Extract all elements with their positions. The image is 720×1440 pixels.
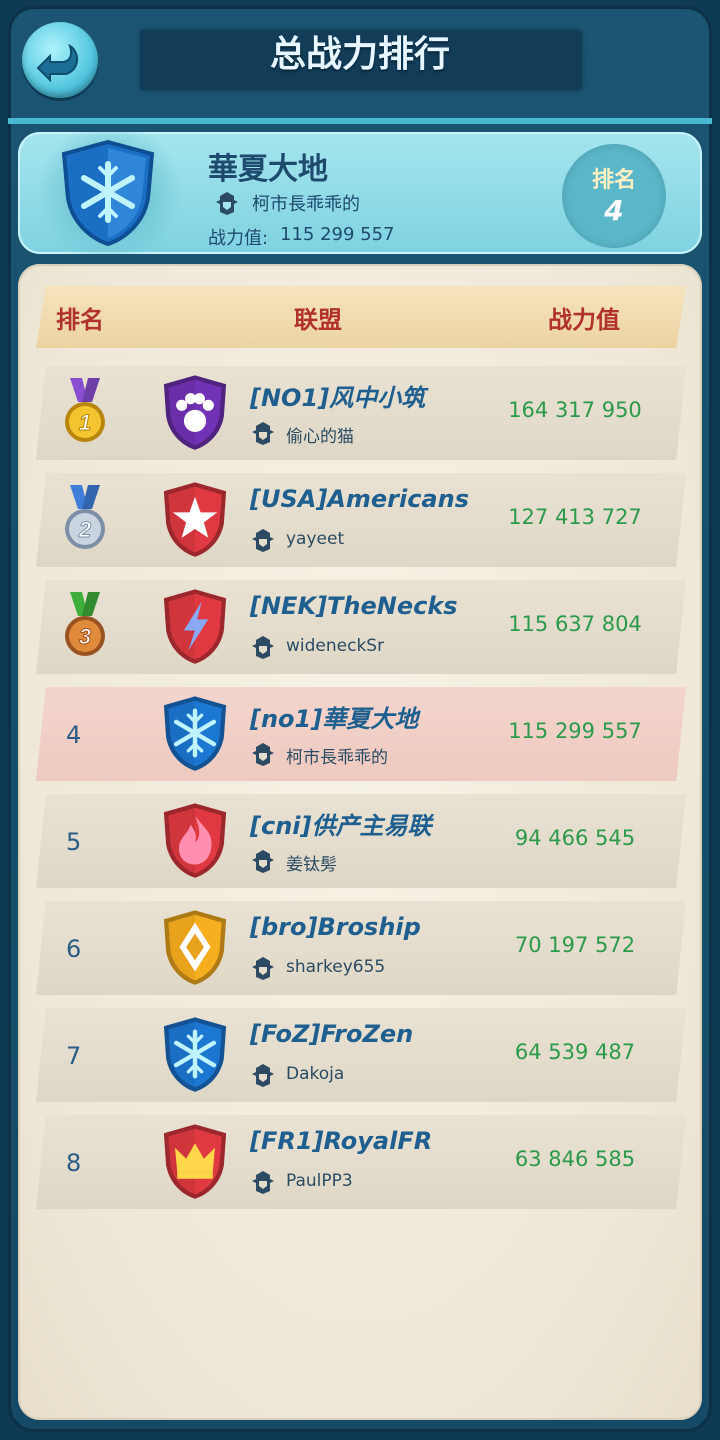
alliance-power: 63 846 585 — [514, 1147, 636, 1171]
alliance-leader: sharkey655 — [286, 957, 386, 977]
my-rank-label: 排名 — [591, 168, 636, 193]
lightning-icon — [163, 589, 227, 664]
alliance-leader: 偷心的猫 — [286, 427, 354, 447]
rank-number: 6 — [66, 935, 82, 963]
alliance-power: 164 317 950 — [508, 398, 642, 422]
flame-icon — [163, 803, 227, 878]
bronze-medal-icon: 3 — [65, 592, 105, 656]
svg-text:2: 2 — [78, 517, 92, 542]
alliance-name: [no1]華夏大地 — [250, 705, 419, 733]
alliance-name: [bro]Broship — [250, 913, 421, 941]
snowflake-icon — [61, 139, 155, 247]
col-power-header: 战力值 — [548, 306, 620, 334]
alliance-power: 64 539 487 — [514, 1040, 636, 1064]
rank-number: 5 — [66, 828, 82, 856]
alliance-power: 127 413 727 — [508, 505, 642, 529]
power-label: 战力值: — [208, 228, 269, 249]
silver-medal-icon: 2 — [65, 485, 105, 549]
leader-helmet-icon — [252, 1171, 274, 1194]
alliance-power: 115 299 557 — [508, 719, 642, 743]
page-title: 总战力排行 — [269, 34, 450, 75]
title-divider — [8, 118, 712, 124]
rank-number: 8 — [66, 1149, 82, 1177]
my-alliance-leader: 柯市長乖乖的 — [252, 194, 360, 215]
alliance-leader: 姜钛髣 — [286, 855, 337, 875]
svg-text:1: 1 — [79, 410, 91, 435]
alliance-name: [cni]供产主易联 — [250, 812, 432, 840]
my-alliance-power: 115 299 557 — [280, 224, 395, 245]
leader-helmet-icon — [252, 529, 274, 552]
crown-icon — [163, 1124, 227, 1199]
my-alliance-name: 華夏大地 — [208, 152, 328, 187]
alliance-name: [NEK]TheNecks — [250, 592, 458, 620]
my-rank-value: 4 — [604, 194, 624, 227]
alliance-name: [USA]Americans — [250, 485, 469, 513]
alliance-leader: wideneckSr — [286, 636, 385, 656]
leader-helmet-icon — [216, 192, 238, 215]
alliance-name: [FoZ]FroZen — [250, 1020, 414, 1048]
alliance-name: [NO1]风中小筑 — [250, 384, 426, 412]
alliance-leader: Dakoja — [286, 1064, 345, 1084]
snowflake-icon — [163, 696, 227, 771]
paw-icon — [163, 375, 227, 450]
my-alliance-summary: 華夏大地 柯市長乖乖的 战力值: 115 299 557 排名 4 — [18, 132, 702, 254]
diamond-icon — [163, 910, 227, 985]
col-alliance-header: 联盟 — [294, 306, 342, 334]
star-icon — [163, 482, 227, 557]
leader-helmet-icon — [252, 636, 274, 659]
leader-helmet-icon — [252, 422, 274, 445]
snowflake-icon — [163, 1017, 227, 1092]
alliance-name: [FR1]RoyalFR — [250, 1127, 433, 1155]
alliance-leader: yayeet — [286, 529, 345, 549]
svg-text:3: 3 — [79, 624, 91, 649]
alliance-leader: 柯市長乖乖的 — [286, 748, 388, 768]
rank-number: 4 — [66, 721, 82, 749]
leader-helmet-icon — [252, 743, 274, 766]
gold-medal-icon: 1 — [65, 378, 105, 442]
alliance-power: 94 466 545 — [514, 826, 636, 850]
alliance-leader: PaulPP3 — [286, 1171, 353, 1191]
leader-helmet-icon — [252, 1064, 274, 1087]
leader-helmet-icon — [252, 850, 274, 873]
leader-helmet-icon — [252, 957, 274, 980]
col-rank-header: 排名 — [56, 306, 104, 334]
my-rank-badge: 排名 4 — [562, 144, 666, 248]
alliance-power: 70 197 572 — [514, 933, 636, 957]
alliance-power: 115 637 804 — [508, 612, 642, 636]
rank-number: 7 — [66, 1042, 82, 1070]
